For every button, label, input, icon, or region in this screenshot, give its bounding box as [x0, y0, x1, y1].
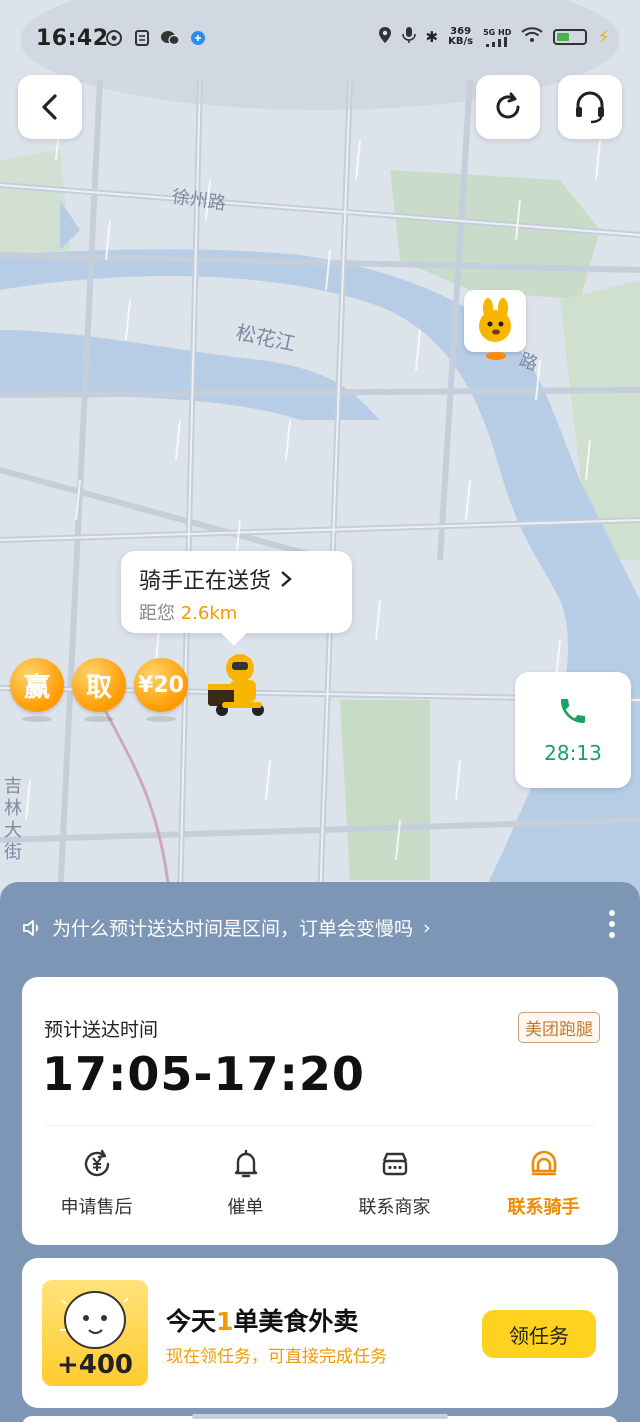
back-arrow-icon: [42, 94, 57, 120]
status-bar: 16:42 ✱ 369 KB/s 5G HD ⚡: [0, 0, 640, 78]
task-card[interactable]: +400 今天1单美食外卖 现在领任务，可直接完成任务 领任务: [22, 1258, 618, 1408]
cell-signal: 5G HD: [483, 28, 511, 47]
bluetooth-icon: ✱: [425, 28, 439, 46]
brand-tag: 美团跑腿: [518, 1012, 600, 1043]
eta-label: 预计送达时间: [44, 1019, 159, 1041]
eta-notice[interactable]: 为什么预计送达时间是区间，订单会变慢吗 ›: [22, 914, 431, 941]
network-speed: 369 KB/s: [448, 27, 473, 47]
merchant-chat-icon: [382, 1152, 407, 1176]
rider-helmet-icon: [531, 1150, 556, 1176]
coin-shadow: [84, 716, 114, 722]
urge-order-button[interactable]: 催单: [171, 1147, 320, 1219]
document-icon: [132, 28, 152, 48]
contact-merchant-label: 联系商家: [358, 1197, 431, 1218]
distance-value: 2.6km: [180, 603, 238, 624]
eta-time-range: 17:05-17:20: [42, 1047, 365, 1101]
speaker-icon: [23, 919, 39, 936]
location-icon: [378, 26, 392, 48]
claim-task-button[interactable]: 领任务: [482, 1310, 596, 1358]
more-options-icon[interactable]: [609, 910, 615, 938]
status-time: 16:42: [36, 26, 109, 51]
refresh-icon: [496, 92, 520, 119]
eta-notice-text: 为什么预计送达时间是区间，订单会变慢吗: [52, 918, 414, 940]
coin-money[interactable]: ¥20: [134, 658, 188, 712]
bell-icon: [234, 1149, 257, 1178]
rider-status-title: 骑手正在送货: [139, 569, 272, 594]
refresh-button[interactable]: [476, 75, 540, 139]
after-sales-label: 申请售后: [60, 1197, 133, 1218]
wifi-icon: [521, 27, 543, 47]
map-label-street: 吉林大街: [4, 776, 22, 863]
coin-take[interactable]: 取: [72, 658, 126, 712]
coin-shadow: [22, 716, 52, 722]
rider-marker[interactable]: [204, 650, 274, 720]
kangaroo-mascot-icon: [479, 298, 511, 342]
charging-icon: ⚡: [597, 26, 610, 48]
contact-rider-button[interactable]: 联系骑手: [469, 1147, 618, 1219]
task-title-suffix: 单美食外卖: [233, 1307, 359, 1336]
microphone-icon: [401, 26, 416, 48]
rider-scooter-icon: [208, 654, 264, 716]
task-title-prefix: 今天: [166, 1307, 217, 1336]
task-points: +400: [56, 1350, 134, 1380]
coin-win[interactable]: 赢: [10, 658, 64, 712]
eta-card: 预计送达时间 美团跑腿 17:05-17:20 申请售后 催单 联系商家 联系骑…: [22, 977, 618, 1245]
customer-service-button[interactable]: [558, 75, 622, 139]
divider: [44, 1125, 596, 1126]
home-indicator[interactable]: [192, 1414, 448, 1419]
app-notification-icon: [188, 28, 208, 48]
chevron-right-icon: ›: [423, 916, 431, 939]
coin-shadow: [146, 716, 176, 722]
yen-refresh-icon: [84, 1149, 109, 1177]
signal-label: 5G HD: [483, 27, 512, 37]
call-timer: 28:13: [544, 741, 602, 765]
signal-bars-icon: [486, 36, 508, 47]
destination-marker[interactable]: [464, 290, 530, 362]
net-speed-unit: KB/s: [448, 36, 474, 47]
wechat-icon: [160, 28, 180, 48]
task-title: 今天1单美食外卖: [166, 1302, 358, 1338]
battery-icon: [553, 29, 588, 45]
mascot-illustration-icon: [60, 1291, 129, 1349]
rider-status-bubble[interactable]: 骑手正在送货 距您 2.6km: [121, 551, 352, 633]
contact-merchant-button[interactable]: 联系商家: [320, 1147, 469, 1219]
map-view[interactable]: 徐州路 松花江 吉林大街 路 骑手正在送货 距您 2.6km 赢 取 ¥20 2…: [0, 0, 640, 900]
call-rider-card[interactable]: 28:13: [515, 672, 631, 788]
task-reward-image: +400: [42, 1280, 148, 1386]
task-title-count: 1: [216, 1307, 234, 1336]
headset-icon: [576, 91, 604, 124]
order-actions: 申请售后 催单 联系商家 联系骑手: [22, 1147, 618, 1219]
chevron-right-icon: [281, 571, 292, 587]
after-sales-button[interactable]: 申请售后: [22, 1147, 171, 1219]
distance-prefix: 距您: [139, 603, 175, 624]
back-button[interactable]: [18, 75, 82, 139]
contact-rider-label: 联系骑手: [507, 1197, 580, 1218]
phone-icon: [561, 699, 585, 723]
urge-order-label: 催单: [227, 1197, 264, 1218]
task-subtitle: 现在领任务，可直接完成任务: [166, 1347, 387, 1367]
sync-icon: [104, 28, 124, 48]
